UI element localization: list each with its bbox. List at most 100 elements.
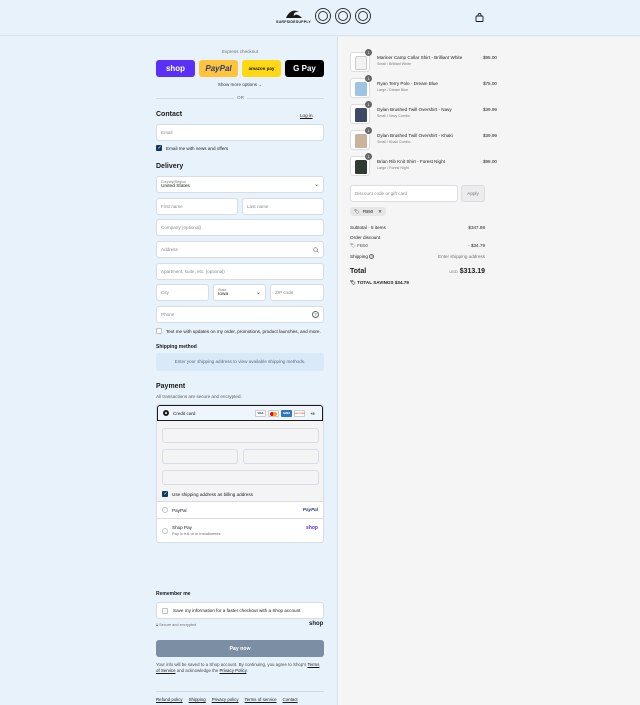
brand-name: SURFSIDESUPPLY — [276, 19, 312, 24]
country-select[interactable]: Country/Region United States ⌄ — [156, 176, 324, 193]
paypal-logo: PayPal — [302, 507, 318, 512]
security-code-field[interactable] — [243, 449, 319, 464]
discover-icon: DISCOVER — [294, 410, 305, 417]
shipping-method-message: Enter your shipping address to view avai… — [156, 353, 324, 371]
product-thumbnail: 1 — [350, 75, 372, 98]
item-name: Brian Rib Knit Shirt - Forest Night — [377, 159, 445, 164]
product-thumbnail: 1 — [350, 101, 372, 124]
google-pay-button[interactable]: G Pay — [285, 60, 324, 77]
privacy-policy-link[interactable]: Privacy Policy — [220, 668, 247, 673]
shopping-bag-icon[interactable] — [475, 13, 484, 22]
discount-code-field[interactable]: Discount code or gift card — [350, 185, 458, 202]
tag-icon: 🏷︎ — [354, 208, 360, 214]
pay-now-button[interactable]: Pay now — [156, 640, 324, 657]
sms-checkbox[interactable] — [156, 328, 162, 334]
shop-logo: shop — [309, 621, 324, 627]
tag-icon: 🏷︎ — [350, 280, 356, 285]
search-icon — [313, 247, 319, 253]
city-field[interactable]: City — [156, 284, 209, 301]
product-thumbnail: 1 — [350, 49, 372, 72]
contact-title: Contact — [156, 111, 183, 118]
last-name-field[interactable]: Last name — [242, 198, 324, 215]
quantity-badge: 1 — [365, 75, 372, 82]
billing-checkbox[interactable] — [162, 491, 168, 497]
footer-links: Refund policy Shipping Privacy policy Te… — [156, 691, 324, 702]
shop-pay-logo: shop — [306, 525, 318, 531]
help-icon[interactable]: ? — [369, 254, 375, 259]
item-name: Ryan Terry Polo - Dream Blue — [377, 81, 438, 86]
tag-icon: 🏷︎ — [350, 243, 356, 248]
billing-label: Use shipping address as billing address — [172, 492, 253, 497]
quantity-badge: 1 — [365, 153, 372, 160]
chevron-down-icon: ⌄ — [255, 290, 261, 296]
product-thumbnail: 1 — [350, 153, 372, 176]
mastercard-icon — [268, 410, 279, 417]
expiry-field[interactable] — [162, 449, 238, 464]
item-variant: Small / Navy Combo — [377, 114, 410, 118]
item-variant: Small / Khaki Combo — [377, 140, 411, 144]
credit-card-radio[interactable] — [163, 410, 169, 416]
show-more-options[interactable]: Show more options ⌄ — [156, 82, 324, 88]
address-field[interactable]: Address — [156, 241, 324, 258]
header: SURFSIDESUPPLY — [0, 0, 640, 36]
quantity-badge: 1 — [365, 127, 372, 134]
shop-pay-option[interactable]: Shop Pay Pay in full or in installments … — [157, 518, 323, 542]
lock-icon: 🔒︎ — [156, 623, 159, 627]
terms-of-service-footer-link[interactable]: Terms of service — [245, 697, 277, 702]
total-row: Total USD $313.19 — [350, 268, 485, 275]
shop-pay-radio[interactable] — [162, 527, 168, 534]
shop-pay-button[interactable]: shop — [156, 60, 195, 77]
apartment-field[interactable]: Apartment, suite, etc. (optional) — [156, 263, 324, 280]
shipping-method-title: Shipping method — [156, 344, 197, 350]
refund-policy-link[interactable]: Refund policy — [156, 697, 183, 702]
sms-label: Text me with updates on my order, promot… — [166, 329, 321, 334]
phone-field[interactable]: Phone ? — [156, 306, 324, 323]
brand-logo[interactable]: SURFSIDESUPPLY — [276, 8, 372, 24]
item-price: $39.99 — [482, 133, 497, 138]
item-price: $98.00 — [482, 159, 497, 164]
news-checkbox[interactable] — [156, 145, 162, 151]
paypal-option[interactable]: PayPal PayPal — [157, 501, 323, 518]
shirt-icon — [355, 82, 367, 96]
state-select[interactable]: State Iowa ⌄ — [213, 284, 266, 301]
subtotal-row: Subtotal · 5 items $347.98 — [350, 225, 485, 230]
express-checkout-label: Express checkout — [221, 49, 259, 54]
first-name-field[interactable]: First name — [156, 198, 238, 215]
checkout-form: Express checkout shop PayPal amazon pay … — [0, 37, 337, 705]
email-field[interactable]: Email — [156, 124, 324, 141]
seal-1-icon — [315, 8, 332, 24]
or-divider: OR — [156, 95, 324, 101]
remember-checkbox[interactable] — [162, 607, 168, 614]
amazon-pay-button[interactable]: amazon pay — [242, 60, 281, 77]
privacy-policy-footer-link[interactable]: Privacy policy — [212, 697, 239, 702]
login-link[interactable]: Log in — [300, 113, 313, 118]
contact-link[interactable]: Contact — [283, 697, 298, 702]
terms-text: Your info will be saved to a Shop accoun… — [156, 662, 320, 673]
news-label: Email me with news and offers — [166, 146, 229, 151]
discount-code-row: 🏷︎ FB50 - $34.79 — [350, 243, 485, 248]
card-number-field[interactable] — [162, 428, 319, 443]
total-value: $313.19 — [459, 268, 485, 275]
help-icon[interactable]: ? — [312, 311, 319, 318]
company-field[interactable]: Company (optional) — [156, 219, 324, 236]
zip-field[interactable]: ZIP code — [270, 284, 324, 301]
paypal-radio[interactable] — [162, 507, 168, 513]
more-cards-badge: +5 — [310, 411, 315, 416]
credit-card-option[interactable]: Credit card VISA AMEX DISCOVER +5 — [157, 405, 323, 421]
remember-title: Remember me — [156, 591, 191, 597]
close-icon[interactable]: ✕ — [378, 209, 382, 215]
shipping-link[interactable]: Shipping — [189, 697, 206, 702]
seal-3-icon — [355, 8, 372, 24]
item-price: $95.00 — [482, 55, 497, 60]
apply-button[interactable]: Apply — [461, 185, 485, 202]
paypal-button[interactable]: PayPal — [199, 60, 238, 77]
credit-card-form: Use shipping address as billing address — [157, 421, 323, 501]
product-thumbnail: 1 — [350, 127, 372, 150]
name-on-card-field[interactable] — [162, 470, 319, 485]
secure-note: 🔒︎ Secure and encrypted — [156, 623, 197, 627]
item-name: Dylan Brushed Twill Overshirt - Khaki — [377, 133, 453, 138]
remember-option[interactable]: Save my information for a faster checkou… — [156, 602, 324, 619]
payment-subtitle: All transactions are secure and encrypte… — [156, 394, 242, 399]
currency-label: USD — [449, 269, 458, 274]
quantity-badge: 1 — [365, 101, 372, 108]
